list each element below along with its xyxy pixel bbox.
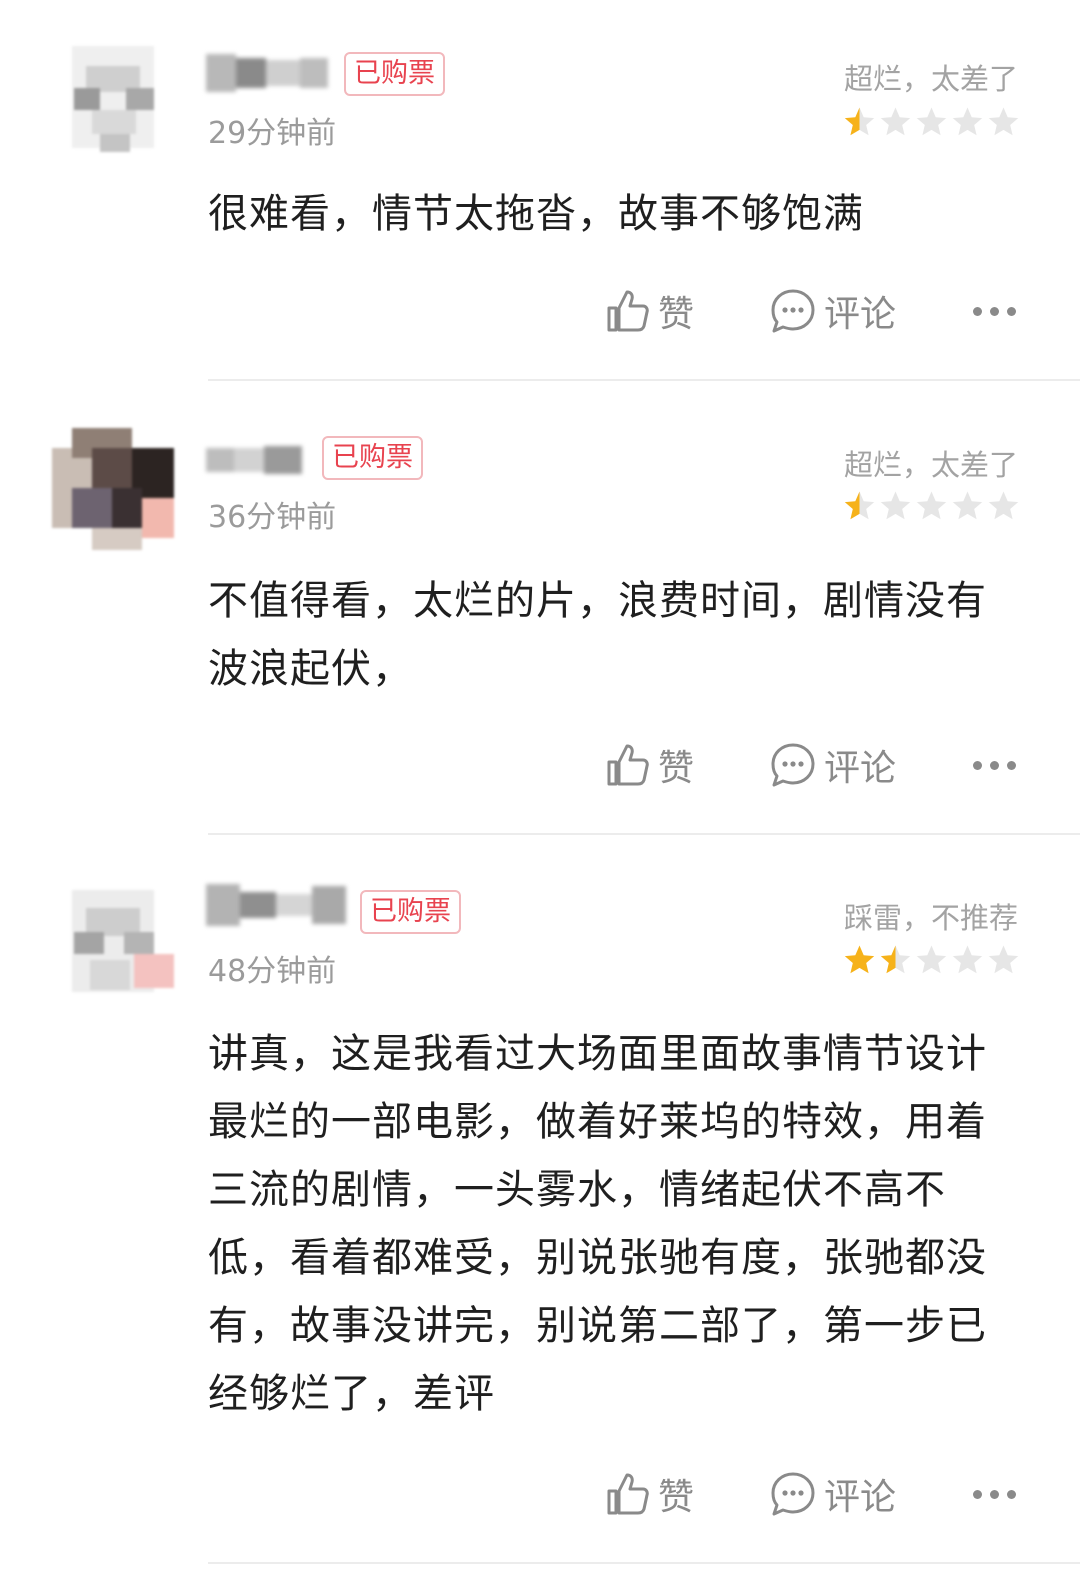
like-button[interactable]: 赞: [606, 283, 694, 339]
like-label: 赞: [658, 748, 695, 789]
dot: [1007, 760, 1016, 770]
comment-label: 评论: [824, 748, 897, 789]
post-time: 29分钟前: [208, 116, 337, 151]
star-icon: [880, 107, 911, 136]
star-icon: [844, 107, 875, 136]
like-label: 赞: [658, 294, 695, 335]
star-icon: [952, 491, 983, 520]
star-icon: [916, 107, 947, 136]
dot: [1007, 1489, 1016, 1499]
like-label: 赞: [658, 1477, 695, 1518]
dot: [973, 1489, 982, 1499]
comment-button[interactable]: 评论: [770, 737, 896, 793]
review-content: 讲真，这是我看过大场面里面故事情节设计最烂的一部电影，做着好莱坞的特效，用着三流…: [208, 1031, 987, 1417]
like-button[interactable]: 赞: [606, 1466, 694, 1522]
comment-bubble-icon: [770, 288, 816, 334]
star-icon: [988, 491, 1019, 520]
username-blurred[interactable]: [206, 50, 328, 96]
rating-text: 超烂，太差了: [843, 62, 1018, 96]
purchased-badge: 已购票: [360, 890, 461, 934]
star-icon: [952, 945, 983, 974]
username-blurred[interactable]: [206, 436, 302, 482]
dot: [990, 306, 999, 316]
rating-text: 踩雷，不推荐: [843, 901, 1018, 935]
review-actions: 赞 评论: [0, 283, 1080, 339]
dot: [1007, 306, 1016, 316]
rating-text: 超烂，太差了: [843, 448, 1018, 482]
purchased-badge: 已购票: [322, 436, 423, 480]
post-time: 48分钟前: [208, 954, 337, 989]
dot: [990, 1489, 999, 1499]
star-icon: [916, 491, 947, 520]
star-icon: [988, 107, 1019, 136]
review-content: 很难看，情节太拖沓，故事不够饱满: [208, 191, 864, 237]
comment-button[interactable]: 评论: [770, 1466, 896, 1522]
star-rating: [843, 106, 1020, 140]
dot: [973, 306, 982, 316]
more-dots-icon[interactable]: [973, 283, 1016, 339]
avatar[interactable]: [52, 880, 174, 1002]
thumbs-up-icon: [606, 288, 650, 334]
purchased-badge: 已购票: [344, 52, 445, 96]
comment-label: 评论: [824, 294, 897, 335]
more-dots-icon[interactable]: [973, 737, 1016, 793]
post-time: 36分钟前: [208, 500, 337, 535]
star-icon: [988, 945, 1019, 974]
comment-button[interactable]: 评论: [770, 283, 896, 339]
like-button[interactable]: 赞: [606, 737, 694, 793]
divider: [208, 833, 1080, 835]
review-actions: 赞 评论: [0, 1466, 1080, 1522]
star-icon: [844, 491, 875, 520]
star-icon: [916, 945, 947, 974]
star-icon: [880, 945, 911, 974]
dot: [973, 760, 982, 770]
dot: [990, 760, 999, 770]
avatar[interactable]: [52, 428, 174, 550]
comment-label: 评论: [824, 1477, 897, 1518]
star-icon: [844, 945, 875, 974]
comment-bubble-icon: [770, 1471, 816, 1517]
thumbs-up-icon: [606, 742, 650, 788]
avatar[interactable]: [52, 36, 174, 158]
username-blurred[interactable]: [206, 882, 346, 928]
star-rating: [843, 490, 1020, 524]
star-rating: [843, 944, 1020, 978]
divider: [208, 379, 1080, 381]
comment-bubble-icon: [770, 742, 816, 788]
divider: [208, 1562, 1080, 1564]
review-content: 不值得看，太烂的片，浪费时间，剧情没有波浪起伏，: [208, 578, 987, 692]
more-dots-icon[interactable]: [973, 1466, 1016, 1522]
star-icon: [952, 107, 983, 136]
thumbs-up-icon: [606, 1471, 650, 1517]
review-actions: 赞 评论: [0, 737, 1080, 793]
star-icon: [880, 491, 911, 520]
